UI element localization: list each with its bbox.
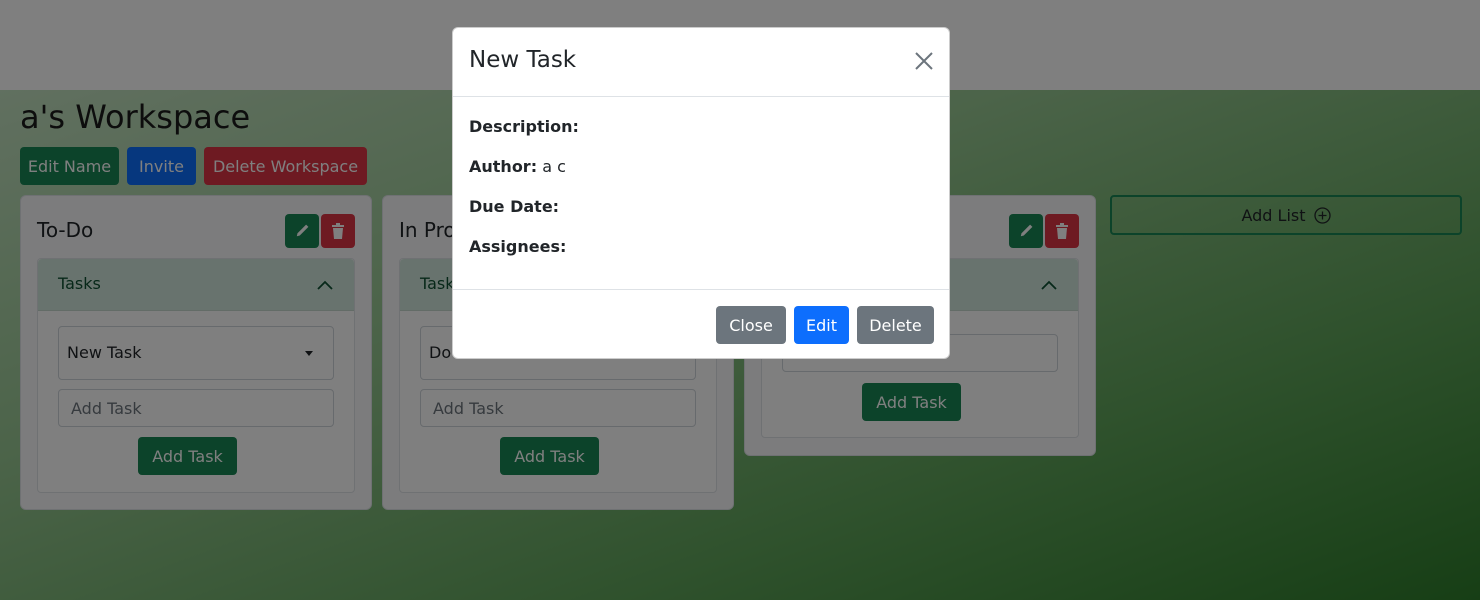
delete-button[interactable]: Delete bbox=[857, 306, 934, 344]
author-label: Author: bbox=[469, 157, 538, 176]
description-label: Description: bbox=[469, 117, 579, 136]
modal-title: New Task bbox=[469, 47, 577, 73]
due-date-field: Due Date: bbox=[469, 197, 559, 216]
author-field: Author: a c bbox=[469, 157, 566, 176]
modal-header: New Task bbox=[453, 28, 949, 97]
author-value: a c bbox=[542, 157, 566, 176]
task-modal: New Task Description: Author: a c Due Da… bbox=[452, 27, 950, 359]
assignees-label: Assignees: bbox=[469, 237, 567, 256]
description-field: Description: bbox=[469, 117, 579, 136]
assignees-field: Assignees: bbox=[469, 237, 566, 256]
modal-footer: Close Edit Delete bbox=[453, 289, 949, 360]
due-date-label: Due Date: bbox=[469, 197, 560, 216]
close-button[interactable]: Close bbox=[716, 306, 786, 344]
edit-button[interactable]: Edit bbox=[794, 306, 849, 344]
close-icon[interactable] bbox=[913, 50, 935, 72]
modal-body: Description: Author: a c Due Date: Assig… bbox=[453, 97, 949, 290]
